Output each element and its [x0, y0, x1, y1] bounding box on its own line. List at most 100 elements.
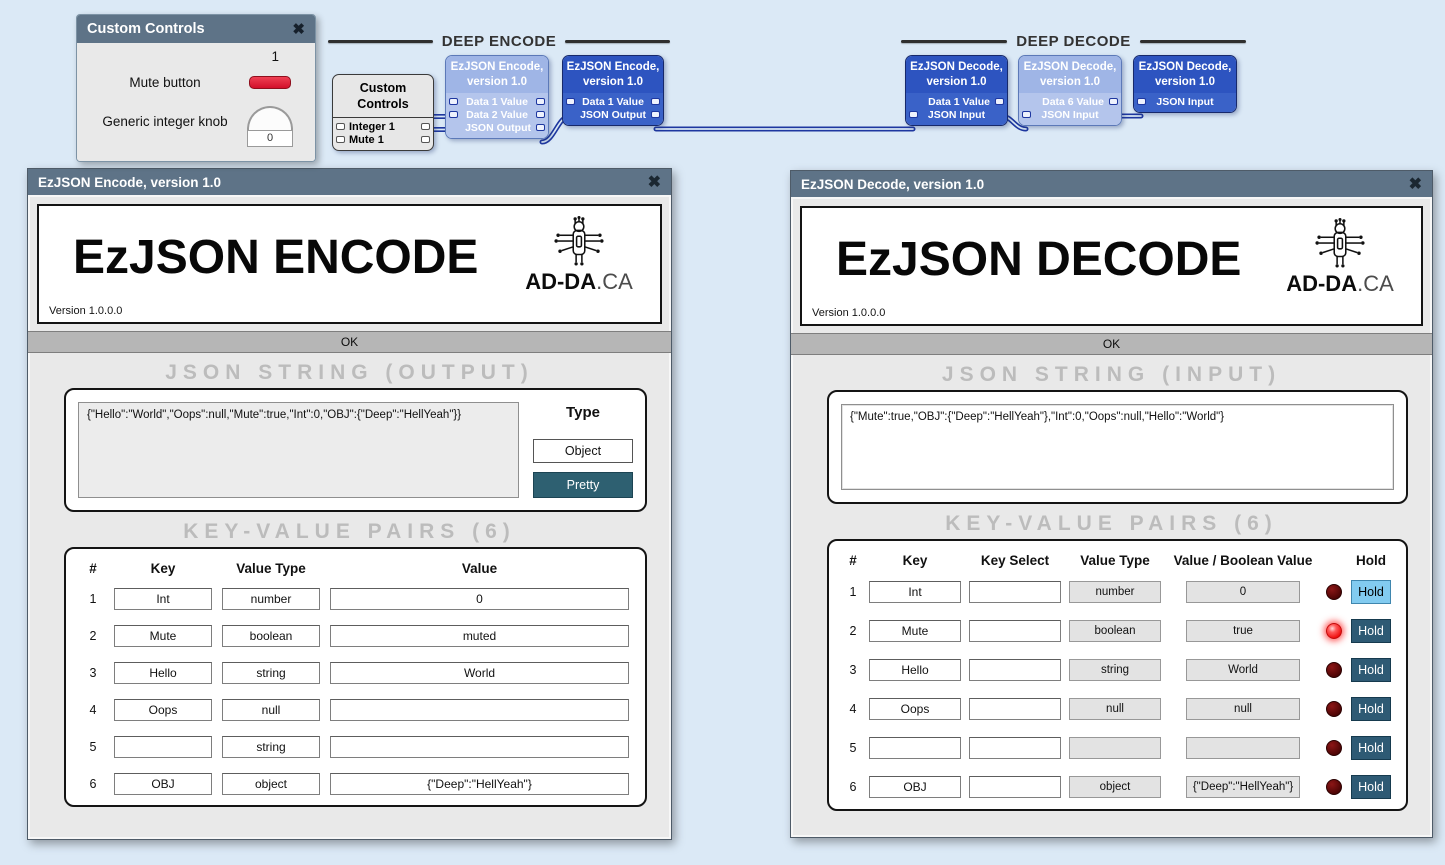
key-input[interactable]	[114, 773, 212, 795]
input-port-icon[interactable]	[336, 136, 345, 143]
output-port-icon[interactable]	[651, 98, 660, 105]
value-input[interactable]	[330, 699, 629, 721]
value-type-input[interactable]	[222, 662, 320, 684]
input-port-icon[interactable]	[1022, 111, 1031, 118]
table-row: 2 boolean true Hold	[845, 619, 1390, 643]
value-type-input[interactable]	[222, 736, 320, 758]
value-input[interactable]	[330, 588, 629, 610]
close-icon[interactable]: ✖	[1409, 174, 1422, 194]
hold-button[interactable]: Hold	[1351, 658, 1391, 682]
key-input[interactable]	[114, 588, 212, 610]
value-input[interactable]	[330, 773, 629, 795]
mute-button[interactable]	[249, 76, 291, 89]
port-data-2-value[interactable]: Data 2 Value	[449, 108, 545, 121]
json-output-textarea[interactable]: {"Hello":"World","Oops":null,"Mute":true…	[78, 402, 519, 498]
key-input[interactable]	[114, 699, 212, 721]
type-value-selector[interactable]: Object	[533, 439, 633, 463]
hold-button[interactable]: Hold	[1351, 736, 1391, 760]
hold-button[interactable]: Hold	[1351, 619, 1391, 643]
key-input[interactable]	[869, 776, 961, 798]
input-port-icon[interactable]	[909, 111, 918, 118]
output-port-icon[interactable]	[536, 111, 545, 118]
key-input[interactable]	[114, 625, 212, 647]
node-ezjson-encode-1[interactable]: EzJSON Encode, version 1.0 Data 1 Value …	[445, 55, 549, 139]
knob-dial-icon[interactable]	[247, 106, 293, 130]
output-port-icon[interactable]	[421, 136, 430, 143]
value-display: 0	[1186, 581, 1300, 603]
key-input[interactable]	[869, 737, 961, 759]
hold-button[interactable]: Hold	[1351, 775, 1391, 799]
status-bar: OK	[791, 333, 1432, 355]
value-type-input[interactable]	[222, 773, 320, 795]
hold-button[interactable]: Hold	[1351, 580, 1391, 604]
node-ezjson-encode-2[interactable]: EzJSON Encode, version 1.0 Data 1 Value …	[562, 55, 664, 126]
port-json-input[interactable]: JSON Input	[909, 108, 1004, 121]
output-port-icon[interactable]	[536, 124, 545, 131]
port-json-input[interactable]: JSON Input	[1137, 95, 1233, 108]
output-port-icon[interactable]	[995, 98, 1004, 105]
node-ezjson-decode-1[interactable]: EzJSON Decode, version 1.0 Data 1 Value …	[905, 55, 1008, 126]
key-input[interactable]	[869, 698, 961, 720]
close-icon[interactable]: ✖	[292, 20, 305, 38]
json-input-heading: JSON STRING (INPUT)	[791, 363, 1432, 387]
input-port-icon[interactable]	[336, 123, 345, 130]
key-select-input[interactable]	[969, 659, 1061, 681]
value-type-input[interactable]	[222, 588, 320, 610]
brand-name: AD-DA	[525, 269, 596, 294]
col-hold: Hold	[1351, 553, 1391, 568]
row-number: 6	[845, 780, 861, 794]
key-value-pairs-heading: KEY-VALUE PAIRS (6)	[791, 512, 1432, 536]
key-input[interactable]	[114, 736, 212, 758]
key-select-input[interactable]	[969, 737, 1061, 759]
value-input[interactable]	[330, 625, 629, 647]
window-title: EzJSON Encode, version 1.0	[38, 175, 648, 190]
table-header-row: # Key Value Type Value	[82, 561, 629, 576]
custom-controls-titlebar[interactable]: Custom Controls ✖	[77, 15, 315, 43]
encode-window-titlebar[interactable]: EzJSON Encode, version 1.0 ✖	[28, 169, 671, 195]
port-data-1-value[interactable]: Data 1 Value	[909, 95, 1004, 108]
port-data-1-value[interactable]: Data 1 Value	[566, 95, 660, 108]
boolean-led-indicator	[1326, 701, 1342, 717]
input-port-icon[interactable]	[566, 98, 575, 105]
key-input[interactable]	[869, 620, 961, 642]
close-icon[interactable]: ✖	[648, 172, 661, 192]
output-port-icon[interactable]	[1109, 98, 1118, 105]
decode-window-titlebar[interactable]: EzJSON Decode, version 1.0 ✖	[791, 171, 1432, 197]
port-json-output[interactable]: JSON Output	[449, 121, 545, 134]
integer-knob[interactable]: 0	[247, 106, 293, 147]
port-data-1-value[interactable]: Data 1 Value	[449, 95, 545, 108]
input-port-icon[interactable]	[449, 98, 458, 105]
port-integer-1[interactable]: Integer 1	[336, 120, 430, 133]
input-port-icon[interactable]	[1137, 98, 1146, 105]
json-input-textarea[interactable]: {"Mute":true,"OBJ":{"Deep":"HellYeah"},"…	[841, 404, 1394, 490]
key-input[interactable]	[869, 581, 961, 603]
output-port-icon[interactable]	[651, 111, 660, 118]
key-select-input[interactable]	[969, 776, 1061, 798]
divider-line	[565, 40, 670, 43]
port-json-input[interactable]: JSON Input	[1022, 108, 1118, 121]
boolean-led-indicator	[1326, 662, 1342, 678]
input-port-icon[interactable]	[449, 111, 458, 118]
port-mute-1[interactable]: Mute 1	[336, 133, 430, 146]
value-type-input[interactable]	[222, 699, 320, 721]
key-select-input[interactable]	[969, 698, 1061, 720]
key-select-input[interactable]	[969, 620, 1061, 642]
pretty-button[interactable]: Pretty	[533, 472, 633, 498]
output-port-icon[interactable]	[421, 123, 430, 130]
port-data-6-value[interactable]: Data 6 Value	[1022, 95, 1118, 108]
port-json-output[interactable]: JSON Output	[566, 108, 660, 121]
key-input[interactable]	[869, 659, 961, 681]
value-input[interactable]	[330, 662, 629, 684]
hold-button[interactable]: Hold	[1351, 697, 1391, 721]
adda-logo-icon	[1311, 218, 1369, 270]
output-port-icon[interactable]	[536, 98, 545, 105]
type-label: Type	[533, 404, 633, 421]
adda-logo-icon	[550, 216, 608, 268]
value-input[interactable]	[330, 736, 629, 758]
key-input[interactable]	[114, 662, 212, 684]
node-custom-controls[interactable]: Custom Controls Integer 1 Mute 1	[332, 74, 434, 151]
key-select-input[interactable]	[969, 581, 1061, 603]
node-ezjson-decode-2[interactable]: EzJSON Decode, version 1.0 Data 6 Value …	[1018, 55, 1122, 126]
value-type-input[interactable]	[222, 625, 320, 647]
node-ezjson-decode-3[interactable]: EzJSON Decode, version 1.0 JSON Input	[1133, 55, 1237, 113]
